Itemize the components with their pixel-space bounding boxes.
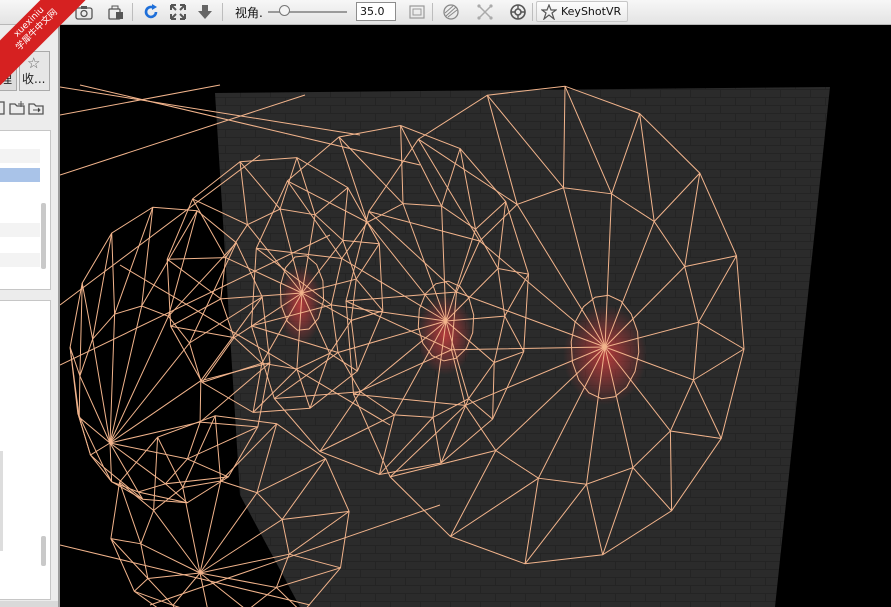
wire-edge	[134, 590, 174, 606]
refresh-icon	[144, 4, 158, 19]
tab-manage[interactable]: 理	[0, 51, 17, 91]
keyshotvr-button[interactable]: KeyShotVR	[536, 1, 628, 22]
tab-manage-label: 理	[0, 72, 13, 86]
lock-camera-icon	[108, 5, 123, 20]
render-settings-icon	[443, 4, 459, 20]
wire-edge	[187, 458, 229, 478]
region-icon	[477, 4, 493, 20]
fov-input[interactable]	[356, 2, 396, 21]
folder-toolbar	[0, 97, 58, 117]
fit-view-icon	[170, 4, 186, 20]
asset-thumbnail[interactable]	[0, 451, 3, 551]
lock-camera-button[interactable]	[106, 2, 126, 22]
list-item-selected[interactable]	[0, 168, 40, 182]
refresh-button[interactable]	[141, 2, 161, 22]
fov-label: 视角.	[235, 6, 263, 20]
wireframe-scene[interactable]	[60, 25, 891, 607]
wire-edge	[103, 467, 113, 482]
viewport-toolbar: 视角. KeyShotVR	[0, 0, 891, 25]
brick-backplate	[215, 87, 830, 607]
wire-spoke	[81, 283, 111, 444]
wire-edge	[60, 84, 221, 116]
tab-favorites-label: 收...	[22, 72, 46, 86]
render-settings-button[interactable]	[441, 2, 461, 22]
list-item[interactable]	[0, 253, 40, 267]
panel-footer	[0, 601, 58, 607]
wire-edge	[192, 198, 227, 258]
camera-icon	[75, 6, 93, 20]
asset-grid	[0, 300, 51, 600]
grid-icon	[409, 5, 425, 19]
left-library-panel: ✕ 理 ☆ 收...	[0, 25, 60, 607]
camera-button[interactable]	[74, 2, 94, 22]
wire-spoke	[109, 207, 154, 444]
glow-3	[563, 305, 647, 405]
download-button[interactable]	[195, 2, 215, 22]
wire-spoke	[109, 426, 259, 460]
render-viewport[interactable]	[60, 25, 891, 607]
wire-edge	[77, 412, 91, 456]
list-item[interactable]	[0, 223, 40, 237]
download-icon	[198, 5, 212, 19]
wire-spoke	[119, 481, 201, 574]
wire-spoke	[109, 210, 198, 444]
asset-scrollbar[interactable]	[41, 536, 46, 566]
region-button[interactable]	[475, 2, 495, 22]
list-scrollbar[interactable]	[41, 203, 46, 269]
denoise-icon	[510, 4, 526, 20]
wire-spoke	[109, 442, 229, 485]
grid-button[interactable]	[407, 2, 427, 22]
close-icon[interactable]: ✕	[40, 27, 51, 42]
new-folder-icon[interactable]	[9, 100, 27, 116]
tab-favorites[interactable]: ☆ 收...	[19, 51, 50, 91]
wire-edge	[153, 437, 159, 511]
keyshotvr-icon	[541, 3, 557, 20]
list-item[interactable]	[0, 149, 40, 163]
keyshotvr-label: KeyShotVR	[561, 5, 622, 18]
wire-ring	[78, 305, 202, 493]
fit-view-button[interactable]	[168, 2, 188, 22]
wire-edge	[79, 283, 83, 376]
folder-list	[0, 130, 51, 290]
move-folder-icon[interactable]	[28, 100, 46, 116]
wire-spoke	[199, 415, 222, 574]
fov-slider-thumb[interactable]	[279, 5, 290, 16]
folder-icon[interactable]	[0, 100, 6, 116]
denoise-button[interactable]	[508, 2, 528, 22]
